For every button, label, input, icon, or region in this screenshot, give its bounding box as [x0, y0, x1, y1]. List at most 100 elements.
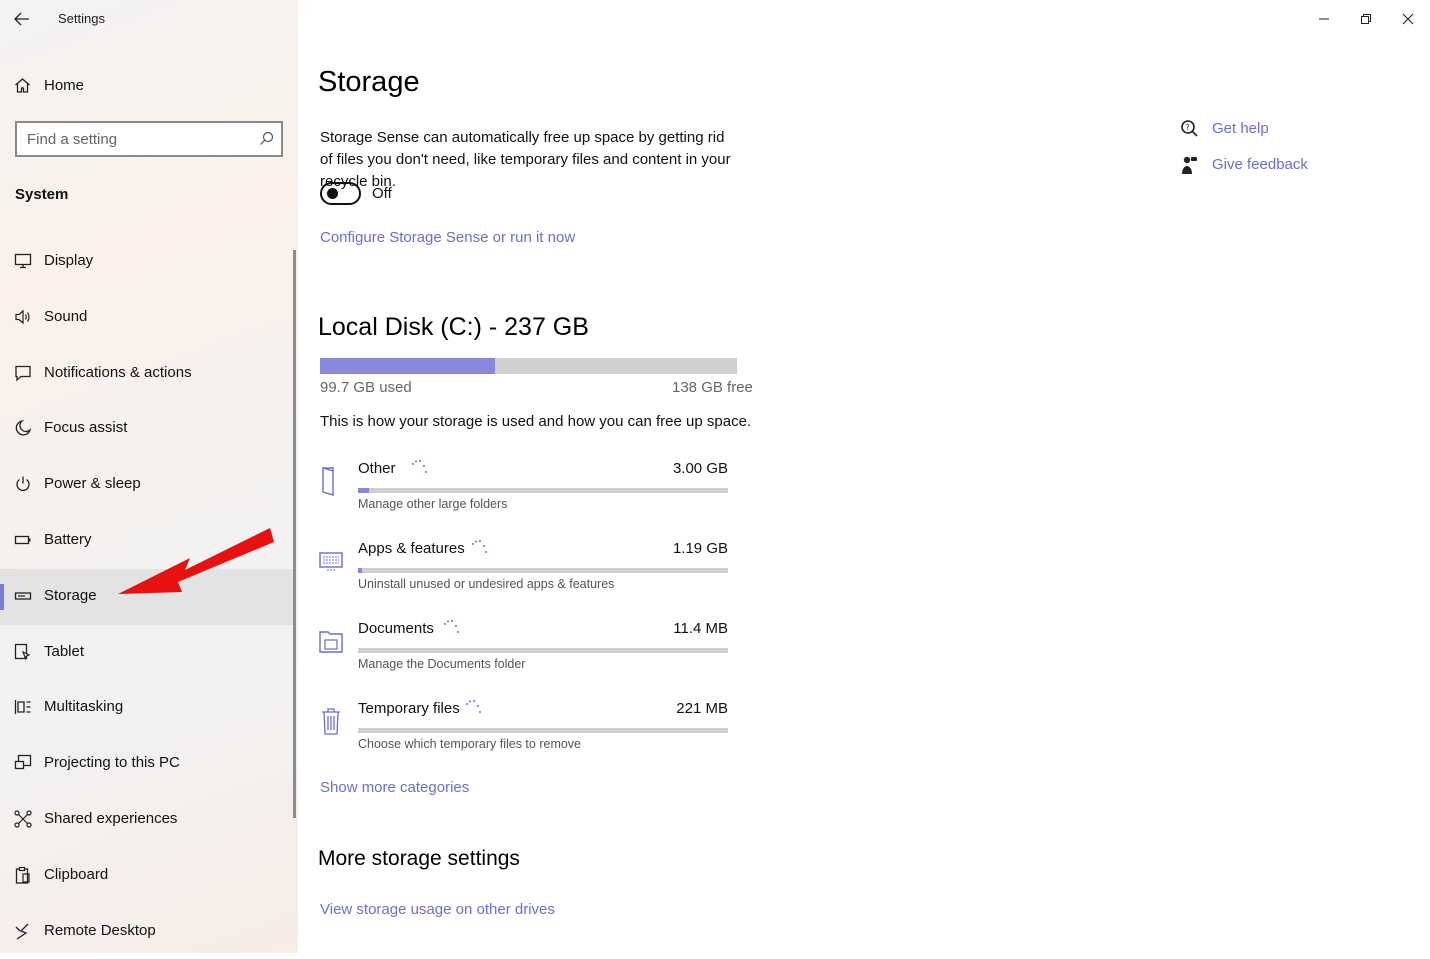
category-usage-bar — [358, 648, 728, 653]
sidebar-item-label: Multitasking — [44, 698, 124, 716]
app-title: Settings — [58, 11, 105, 26]
category-usage-bar — [358, 568, 728, 573]
category-name: Other — [358, 460, 396, 477]
category-other[interactable]: Other 3.00 GB Manage other large folders — [318, 460, 738, 530]
sidebar-item-focus-assist[interactable]: Focus assist — [0, 401, 296, 457]
tablet-icon — [14, 643, 31, 660]
loading-spinner-icon — [444, 620, 459, 633]
sidebar-item-label: Tablet — [44, 642, 85, 660]
sidebar-item-label: Storage — [44, 586, 97, 604]
back-button[interactable] — [8, 6, 36, 32]
disk-usage-bar — [320, 358, 737, 374]
sidebar-item-label: Display — [44, 252, 94, 269]
category-size: 221 MB — [676, 700, 728, 717]
main-content: Storage Storage Sense can automatically … — [298, 0, 1430, 953]
sidebar-item-shared-experiences[interactable]: Shared experiences — [0, 792, 296, 848]
sidebar-item-sound[interactable]: Sound — [0, 290, 296, 346]
category-apps-features[interactable]: Apps & features 1.19 GB Uninstall unused… — [318, 540, 738, 610]
sidebar-item-label: Power & sleep — [44, 475, 141, 493]
sidebar-item-label: Sound — [44, 307, 88, 325]
trash-icon — [322, 708, 340, 735]
disk-free-label: 138 GB free — [672, 379, 753, 396]
drive-icon — [14, 592, 32, 600]
category-usage-fill — [358, 488, 370, 493]
feedback-person-icon — [1182, 156, 1197, 174]
give-feedback-link[interactable]: Give feedback — [1180, 154, 1340, 178]
category-size: 1.19 GB — [672, 540, 728, 557]
sidebar-item-tablet[interactable]: Tablet — [0, 625, 296, 681]
category-usage-fill — [358, 568, 363, 573]
search-input[interactable]: Find a setting — [15, 121, 283, 157]
usage-info-text: This is how your storage is used and how… — [320, 413, 752, 430]
storage-sense-description: Storage Sense can automatically free up … — [320, 129, 731, 190]
message-icon — [15, 365, 31, 382]
folder-other-icon — [322, 467, 334, 496]
battery-icon — [14, 535, 31, 545]
home-nav[interactable]: Home — [0, 68, 298, 104]
configure-storage-sense-link[interactable]: Configure Storage Sense or run it now — [320, 229, 575, 246]
search-placeholder: Find a setting — [27, 131, 118, 148]
category-usage-bar — [358, 728, 728, 733]
multitasking-icon — [14, 700, 31, 715]
section-title: System — [15, 186, 69, 203]
power-icon — [16, 476, 30, 492]
get-help-label: Get help — [1212, 120, 1269, 137]
sidebar-item-label: Focus assist — [44, 419, 128, 437]
more-storage-settings-title: More storage settings — [318, 847, 520, 870]
moon-icon — [15, 420, 32, 436]
sidebar-item-label: Battery — [44, 530, 92, 548]
sidebar-item-label: Clipboard — [44, 865, 109, 883]
category-description: Choose which temporary files to remove — [358, 737, 582, 751]
category-name: Documents — [358, 620, 434, 637]
disk-title: Local Disk (C:) - 237 GB — [318, 313, 589, 341]
category-temporary-files[interactable]: Temporary files 221 MB Choose which temp… — [318, 700, 738, 770]
disk-used-label: 99.7 GB used — [320, 379, 412, 396]
sidebar-item-power-sleep[interactable]: Power & sleep — [0, 457, 296, 513]
sidebar-item-remote-desktop[interactable]: Remote Desktop — [0, 904, 296, 959]
page-title: Storage — [318, 66, 420, 98]
share-icon — [14, 810, 32, 828]
loading-spinner-icon — [466, 700, 481, 713]
category-name: Temporary files — [358, 700, 460, 717]
sidebar-item-multitasking[interactable]: Multitasking — [0, 680, 296, 736]
category-size: 3.00 GB — [672, 460, 728, 477]
title-bar: Settings — [0, 0, 298, 38]
svg-text:?: ? — [1186, 123, 1190, 132]
sidebar-item-label: Shared experiences — [44, 809, 178, 827]
sidebar-item-display[interactable]: Display — [0, 234, 296, 290]
help-chat-icon: ? — [1181, 120, 1198, 137]
sidebar-item-label: Projecting to this PC — [44, 754, 180, 772]
category-name: Apps & features — [358, 540, 465, 557]
storage-sense-toggle[interactable] — [320, 182, 361, 205]
toggle-state-label: Off — [372, 185, 392, 202]
category-size: 11.4 MB — [673, 620, 728, 637]
loading-spinner-icon — [472, 540, 487, 553]
get-help-link[interactable]: ? Get help — [1180, 118, 1340, 142]
sidebar-scrollbar[interactable] — [293, 250, 296, 818]
show-more-categories-link[interactable]: Show more categories — [320, 779, 469, 796]
sidebar-item-label: Notifications & actions — [44, 363, 192, 381]
sidebar: Settings Home Find a setting System Disp… — [0, 0, 298, 953]
disk-usage-fill — [320, 358, 496, 374]
sidebar-item-label: Remote Desktop — [44, 921, 156, 939]
monitor-icon — [14, 253, 32, 269]
apps-icon — [319, 552, 343, 571]
category-usage-bar — [358, 488, 728, 493]
home-icon — [15, 78, 30, 93]
projector-icon — [14, 755, 32, 770]
documents-icon — [319, 631, 343, 653]
speaker-icon — [15, 309, 30, 325]
clipboard-icon — [15, 866, 30, 884]
remote-desktop-icon — [15, 923, 29, 940]
category-description: Manage the Documents folder — [358, 657, 526, 671]
sidebar-item-clipboard[interactable]: Clipboard — [0, 848, 296, 904]
sidebar-item-projecting[interactable]: Projecting to this PC — [0, 736, 296, 792]
loading-spinner-icon — [412, 460, 427, 473]
sidebar-item-notifications[interactable]: Notifications & actions — [0, 346, 296, 402]
search-icon — [260, 131, 274, 145]
give-feedback-label: Give feedback — [1212, 156, 1308, 173]
home-label: Home — [44, 77, 85, 94]
category-documents[interactable]: Documents 11.4 MB Manage the Documents f… — [318, 620, 738, 690]
toggle-knob — [327, 188, 338, 199]
view-other-drives-link[interactable]: View storage usage on other drives — [320, 901, 555, 918]
